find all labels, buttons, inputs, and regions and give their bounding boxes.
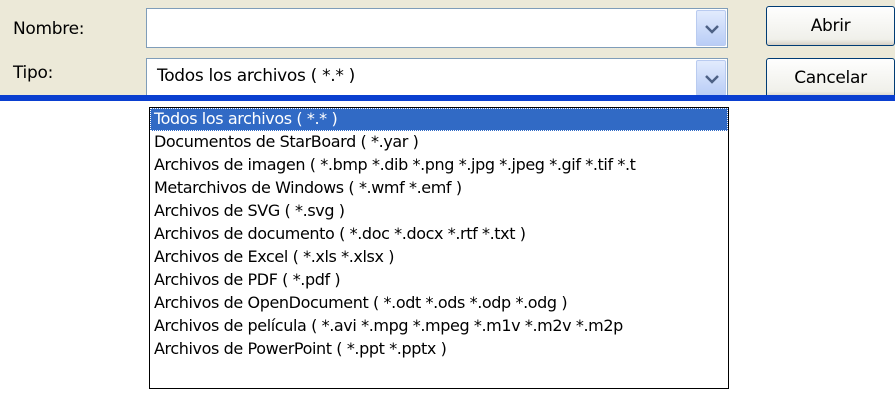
dropdown-option[interactable]: Archivos de PowerPoint ( *.ppt *.pptx ) <box>150 338 728 361</box>
dropdown-option[interactable]: Todos los archivos ( *.* ) <box>150 108 728 131</box>
chevron-down-icon <box>705 25 719 34</box>
name-dropdown-button[interactable] <box>696 10 726 46</box>
open-button[interactable]: Abrir <box>766 6 895 46</box>
dropdown-option[interactable]: Archivos de Excel ( *.xls *.xlsx ) <box>150 246 728 269</box>
type-dropdown-list[interactable]: Todos los archivos ( *.* ) Documentos de … <box>149 107 729 389</box>
dropdown-option[interactable]: Metarchivos de Windows ( *.wmf *.emf ) <box>150 177 728 200</box>
dropdown-option[interactable]: Archivos de película ( *.avi *.mpg *.mpe… <box>150 315 728 338</box>
cancel-button[interactable]: Cancelar <box>766 58 895 98</box>
dropdown-option[interactable]: Archivos de PDF ( *.pdf ) <box>150 269 728 292</box>
file-dialog-panel: Nombre: Tipo: Todos los archivos ( *.* )… <box>0 0 895 98</box>
dropdown-option[interactable]: Archivos de imagen ( *.bmp *.dib *.png *… <box>150 154 728 177</box>
dropdown-option[interactable]: Archivos de OpenDocument ( *.odt *.ods *… <box>150 292 728 315</box>
type-combobox[interactable]: Todos los archivos ( *.* ) <box>146 58 728 98</box>
dropdown-option[interactable]: Archivos de SVG ( *.svg ) <box>150 200 728 223</box>
window-border-line <box>0 95 895 101</box>
type-dropdown-button[interactable] <box>696 60 726 96</box>
name-combobox[interactable] <box>146 8 728 48</box>
name-label: Nombre: <box>13 19 85 39</box>
dropdown-option[interactable]: Documentos de StarBoard ( *.yar ) <box>150 131 728 154</box>
chevron-down-icon <box>705 75 719 84</box>
type-label: Tipo: <box>13 63 54 83</box>
dropdown-option[interactable]: Archivos de documento ( *.doc *.docx *.r… <box>150 223 728 246</box>
type-selected-value: Todos los archivos ( *.* ) <box>157 66 356 86</box>
